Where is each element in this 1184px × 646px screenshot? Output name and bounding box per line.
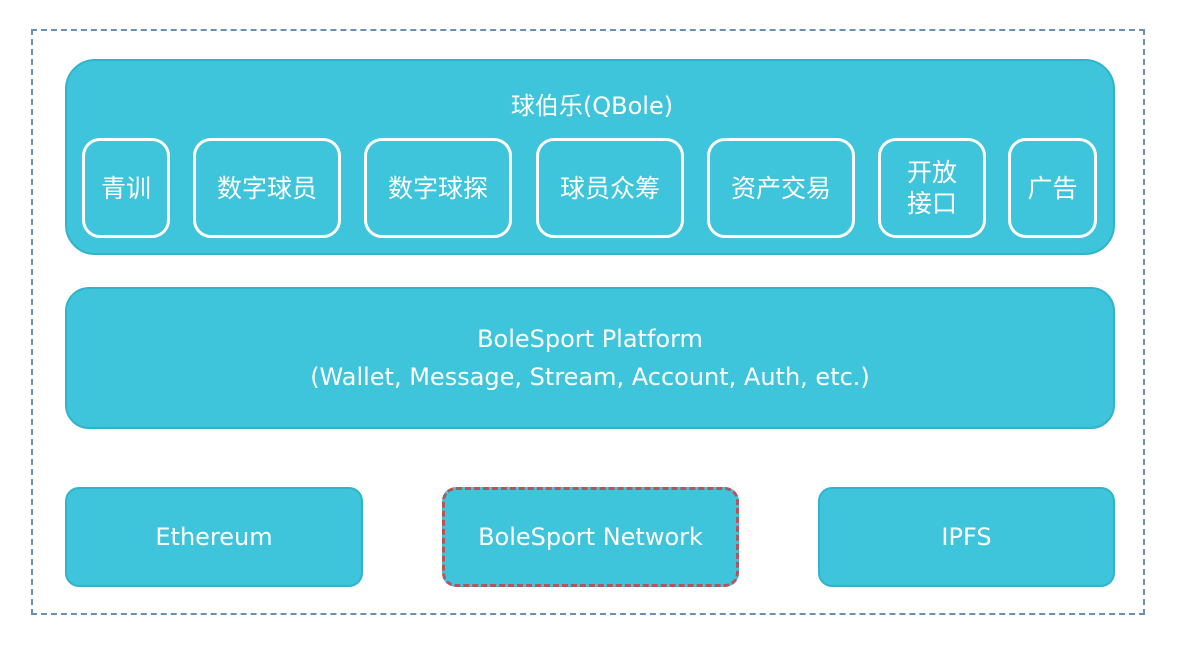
platform-title: BoleSport Platform bbox=[477, 325, 703, 353]
ethereum-box: Ethereum bbox=[65, 487, 363, 587]
module-open-api: 开放 接口 bbox=[878, 138, 986, 238]
module-digital-scout: 数字球探 bbox=[364, 138, 512, 238]
module-advertising: 广告 bbox=[1008, 138, 1097, 238]
bolesport-network-box: BoleSport Network bbox=[442, 487, 739, 587]
ipfs-box: IPFS bbox=[818, 487, 1115, 587]
module-digital-player: 数字球员 bbox=[193, 138, 341, 238]
module-youth-training: 青训 bbox=[82, 138, 170, 238]
module-asset-trading: 资产交易 bbox=[707, 138, 855, 238]
qbole-title: 球伯乐(QBole) bbox=[510, 92, 674, 120]
platform-subtitle: (Wallet, Message, Stream, Account, Auth,… bbox=[310, 363, 870, 391]
platform-layer: BoleSport Platform (Wallet, Message, Str… bbox=[65, 287, 1115, 429]
module-player-crowdfunding: 球员众筹 bbox=[536, 138, 684, 238]
